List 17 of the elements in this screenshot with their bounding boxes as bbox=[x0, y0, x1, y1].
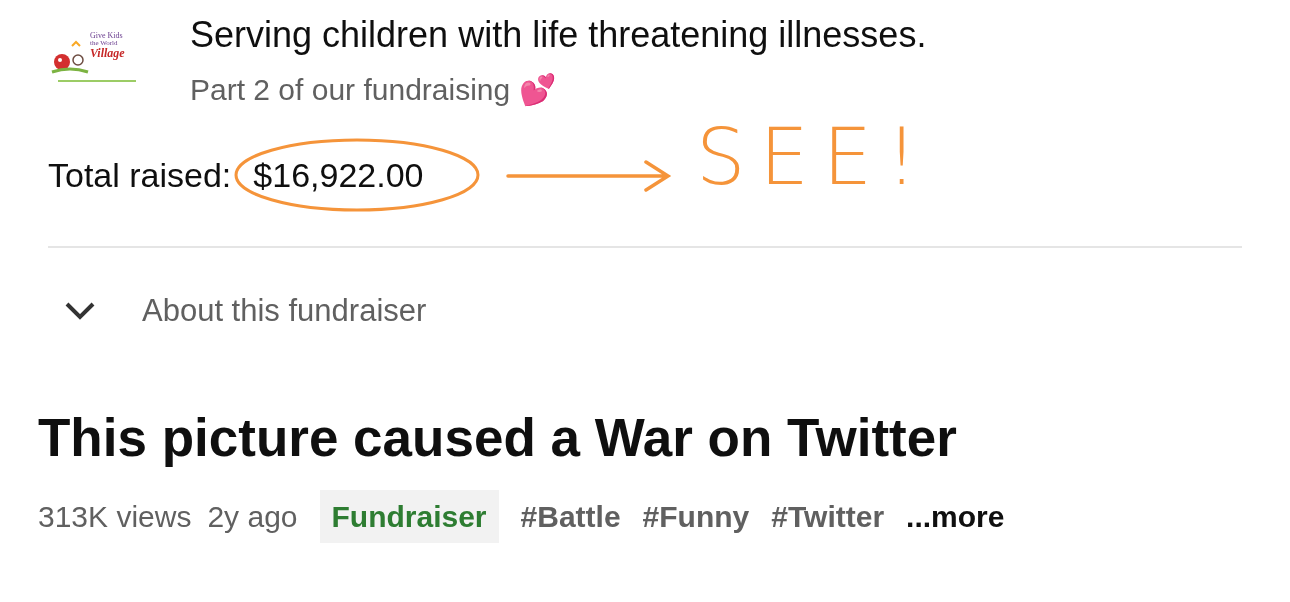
annotation-text: SEE! bbox=[696, 118, 932, 196]
fundraiser-title: Serving children with life threatening illnesses. bbox=[190, 14, 927, 56]
about-label: About this fundraiser bbox=[142, 291, 427, 330]
fundraiser-subtitle: Part 2 of our fundraising 💕 bbox=[190, 72, 557, 108]
video-title: This picture caused a War on Twitter bbox=[37, 408, 958, 468]
view-count: 313K views bbox=[38, 499, 192, 535]
hashtag-link[interactable]: #Funny bbox=[642, 494, 750, 539]
logo-text: Give Kids bbox=[90, 32, 124, 40]
logo-text: Village bbox=[90, 47, 125, 59]
about-toggle[interactable]: About this fundraiser bbox=[0, 278, 1290, 344]
hashtag-link[interactable]: #Twitter bbox=[771, 494, 885, 539]
upload-age: 2y ago bbox=[207, 499, 298, 535]
fundraiser-badge[interactable]: Fundraiser bbox=[319, 490, 499, 543]
total-label: Total raised: bbox=[48, 155, 232, 195]
total-amount: $16,922.00 bbox=[253, 156, 424, 194]
more-link[interactable]: ...more bbox=[906, 494, 1005, 539]
hashtag-link[interactable]: #Battle bbox=[520, 494, 621, 539]
